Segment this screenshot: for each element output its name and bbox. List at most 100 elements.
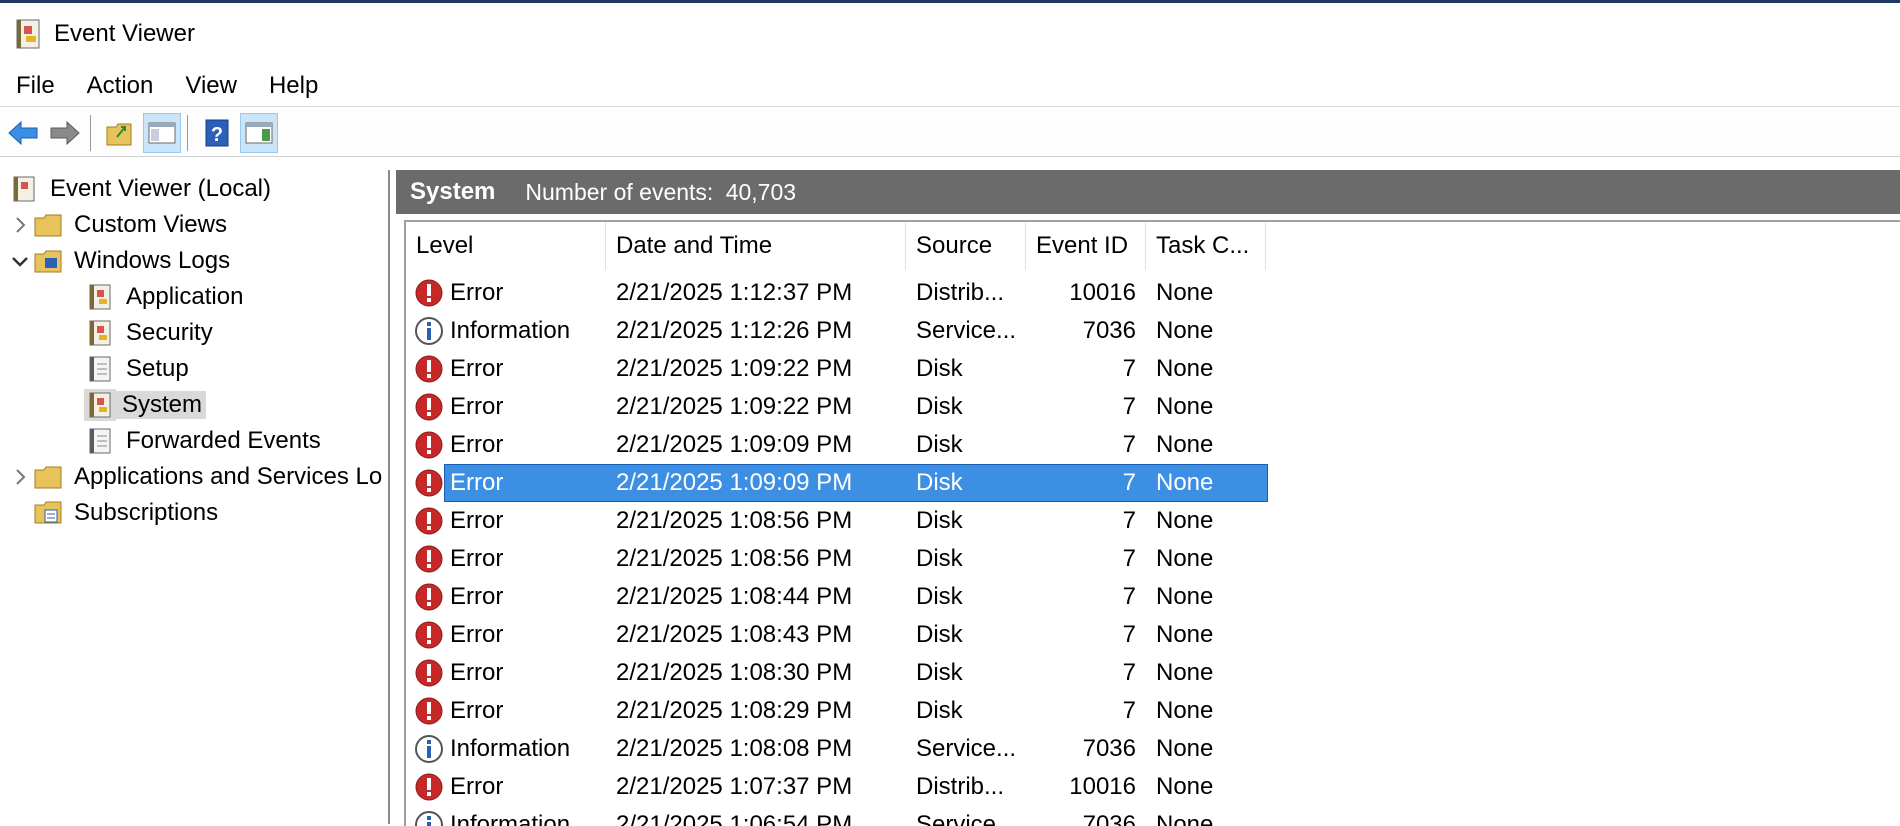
cell-event-id: 7 <box>1122 621 1136 648</box>
tree-item-security[interactable]: Security <box>84 317 217 349</box>
cell-source: Disk <box>916 507 963 534</box>
table-row[interactable]: Error 2/21/2025 1:08:43 PM Disk 7 None <box>406 616 1900 654</box>
show-hide-action-pane-button[interactable] <box>240 113 278 153</box>
column-header-level[interactable]: Level <box>406 222 606 270</box>
chevron-right-icon[interactable] <box>8 468 32 486</box>
table-row[interactable]: Information 2/21/2025 1:08:08 PM Service..… <box>406 730 1900 768</box>
tree-item-custom-views[interactable]: Custom Views <box>8 209 231 241</box>
table-row[interactable]: Error 2/21/2025 1:07:37 PM Distrib... 10016… <box>406 768 1900 806</box>
cell-source: Disk <box>916 621 963 648</box>
table-row[interactable]: Error 2/21/2025 1:09:09 PM Disk 7 None <box>406 426 1900 464</box>
main-pane: System Number of events: 40,703 Level Da… <box>396 170 1900 826</box>
show-hide-console-tree-button[interactable] <box>143 113 181 153</box>
error-icon <box>415 773 443 801</box>
cell-source: Distrib... <box>916 279 1005 306</box>
cell-level: Information <box>450 317 571 344</box>
cell-task-category: None <box>1156 811 1214 826</box>
back-button[interactable] <box>4 113 42 153</box>
cell-event-id: 7036 <box>1082 735 1136 762</box>
table-row[interactable]: Error 2/21/2025 1:08:56 PM Disk 7 None <box>406 540 1900 578</box>
cell-source: Disk <box>916 545 963 572</box>
help-button[interactable]: ? <box>198 113 236 153</box>
cell-task-category: None <box>1156 659 1214 686</box>
table-row[interactable]: Error 2/21/2025 1:08:44 PM Disk 7 None <box>406 578 1900 616</box>
menu-action[interactable]: Action <box>71 72 170 100</box>
column-headers: Level Date and Time Source Event ID Task… <box>406 222 1900 270</box>
selection-highlight <box>444 464 1268 502</box>
information-icon <box>415 317 443 345</box>
open-saved-log-button[interactable] <box>101 113 139 153</box>
tree-item-system[interactable]: System <box>84 389 207 421</box>
cell-level: Error <box>450 659 504 686</box>
tree-item-applications-and-services-logs[interactable]: Applications and Services Lo <box>8 461 386 493</box>
tree-item-subscriptions[interactable]: Subscriptions <box>32 497 222 529</box>
table-row[interactable]: Information 2/21/2025 1:06:54 PM Service..… <box>406 806 1900 826</box>
tree-label: Security <box>126 319 213 346</box>
chevron-down-icon[interactable] <box>8 255 32 267</box>
svg-text:?: ? <box>211 124 223 146</box>
cell-event-id: 7 <box>1122 697 1136 724</box>
cell-task-category: None <box>1156 507 1214 534</box>
table-row[interactable]: Error 2/21/2025 1:08:56 PM Disk 7 None <box>406 502 1900 540</box>
cell-task-category: None <box>1156 583 1214 610</box>
error-icon <box>415 659 443 687</box>
cell-task-category: None <box>1156 431 1214 458</box>
cell-date-and-time: 2/21/2025 1:09:22 PM <box>616 355 853 382</box>
log-plain-icon <box>84 353 116 385</box>
log-icon <box>84 389 116 421</box>
cell-source: Disk <box>916 469 963 496</box>
menu-view[interactable]: View <box>169 72 253 100</box>
column-header-source[interactable]: Source <box>906 222 1026 270</box>
table-row[interactable]: Error 2/21/2025 1:09:22 PM Disk 7 None <box>406 350 1900 388</box>
error-icon <box>415 469 443 497</box>
table-row[interactable]: Information 2/21/2025 1:12:26 PM Service..… <box>406 312 1900 350</box>
cell-date-and-time: 2/21/2025 1:08:30 PM <box>616 659 853 686</box>
table-row[interactable]: Error 2/21/2025 1:08:30 PM Disk 7 None <box>406 654 1900 692</box>
cell-event-id: 7 <box>1122 431 1136 458</box>
column-header-task-category[interactable]: Task C... <box>1146 222 1266 270</box>
back-arrow-icon <box>8 120 38 146</box>
chevron-right-icon[interactable] <box>8 216 32 234</box>
tree-item-windows-logs[interactable]: Windows Logs <box>8 245 234 277</box>
windows-logs-folder-icon <box>32 245 64 277</box>
table-row[interactable]: Error 2/21/2025 1:09:22 PM Disk 7 None <box>406 388 1900 426</box>
cell-source: Disk <box>916 659 963 686</box>
toolbar-separator <box>187 115 188 151</box>
tree-label: System <box>116 391 207 419</box>
cell-event-id: 7 <box>1122 355 1136 382</box>
cell-date-and-time: 2/21/2025 1:09:09 PM <box>616 469 853 496</box>
table-row[interactable]: Error 2/21/2025 1:09:09 PM Disk 7 None <box>406 464 1900 502</box>
cell-date-and-time: 2/21/2025 1:12:37 PM <box>616 279 853 306</box>
tree-item-event-viewer-local[interactable]: Event Viewer (Local) <box>8 173 275 205</box>
cell-event-id: 7036 <box>1082 317 1136 344</box>
cell-level: Error <box>450 697 504 724</box>
event-viewer-icon <box>8 173 40 205</box>
column-header-event-id[interactable]: Event ID <box>1026 222 1146 270</box>
cell-source: Service... <box>916 735 1017 762</box>
error-icon <box>415 545 443 573</box>
forward-button[interactable] <box>46 113 84 153</box>
cell-event-id: 7 <box>1122 507 1136 534</box>
menu-help[interactable]: Help <box>253 72 334 100</box>
open-saved-log-icon <box>106 123 132 146</box>
cell-date-and-time: 2/21/2025 1:08:43 PM <box>616 621 853 648</box>
table-row[interactable]: Error 2/21/2025 1:08:29 PM Disk 7 None <box>406 692 1900 730</box>
cell-date-and-time: 2/21/2025 1:06:54 PM <box>616 811 853 826</box>
cell-level: Error <box>450 431 504 458</box>
tree-item-forwarded-events[interactable]: Forwarded Events <box>84 425 325 457</box>
cell-level: Error <box>450 355 504 382</box>
cell-date-and-time: 2/21/2025 1:08:44 PM <box>616 583 853 610</box>
event-count-value: 40,703 <box>725 178 797 205</box>
tree-label: Application <box>126 283 244 310</box>
cell-date-and-time: 2/21/2025 1:09:22 PM <box>616 393 853 420</box>
cell-event-id: 7 <box>1122 659 1136 686</box>
menu-file[interactable]: File <box>0 72 71 100</box>
tree-item-application[interactable]: Application <box>84 281 247 313</box>
tree-item-setup[interactable]: Setup <box>84 353 193 385</box>
table-row[interactable]: Error 2/21/2025 1:12:37 PM Distrib... 10016… <box>406 274 1900 312</box>
column-header-date-and-time[interactable]: Date and Time <box>606 222 906 270</box>
tree-label: Forwarded Events <box>126 427 321 454</box>
cell-level: Error <box>450 507 504 534</box>
tree-label: Applications and Services Lo <box>74 463 383 490</box>
event-count-label: Number of events: <box>525 178 714 205</box>
